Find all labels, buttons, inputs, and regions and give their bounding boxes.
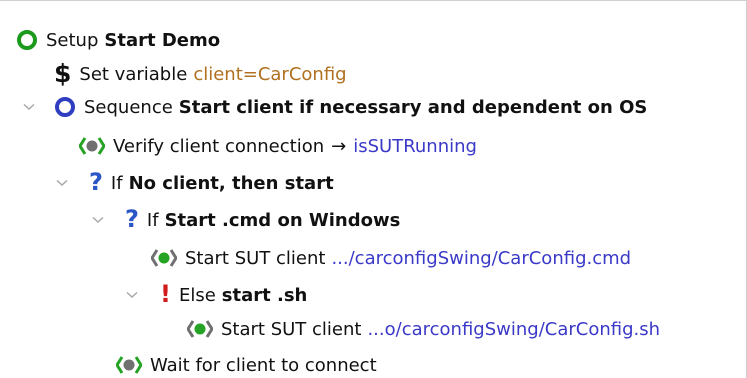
node-type-label: Wait for client to connect [150, 354, 377, 376]
client-path: ...o/carconfigSwing/CarConfig.sh [367, 318, 661, 340]
expand-toggle-chevron-down-icon[interactable] [22, 100, 36, 114]
start-client-icon [151, 248, 177, 268]
node-type-label: If [110, 172, 123, 194]
blue-ring-icon [54, 96, 76, 118]
variable-assignment: client=CarConfig [193, 63, 347, 85]
tree-node-if-no-client[interactable]: ? If No client, then start [89, 166, 334, 200]
node-type-label: Verify client connection [113, 135, 325, 157]
question-icon: ? [89, 168, 103, 196]
client-path: .../carconfigSwing/CarConfig.cmd [331, 247, 632, 269]
tree-node-start-sut-client-sh[interactable]: Start SUT client ...o/carconfigSwing/Car… [187, 312, 660, 346]
node-name: Start .cmd on Windows [164, 209, 401, 231]
wait-client-icon [116, 355, 142, 375]
node-type-label: Start SUT client [185, 247, 326, 269]
node-name: Start client if necessary and dependent … [178, 96, 648, 118]
expand-toggle-chevron-down-icon[interactable] [125, 288, 139, 302]
node-type-label: If [146, 209, 159, 231]
tree-node-start-sut-client-cmd[interactable]: Start SUT client .../carconfigSwing/CarC… [151, 241, 631, 275]
procedure-target: isSUTRunning [353, 135, 477, 157]
node-type-label: Set variable [79, 63, 188, 85]
node-type-label: Setup [46, 29, 99, 51]
test-suite-tree[interactable]: Setup Start Demo $ Set variable client=C… [0, 0, 747, 378]
node-name: No client, then start [128, 172, 334, 194]
node-type-label: Sequence [84, 96, 173, 118]
tree-node-procedure-call[interactable]: Verify client connection → isSUTRunning [79, 129, 477, 163]
node-name: start .sh [221, 284, 308, 306]
start-client-icon [187, 319, 213, 339]
arrow-right-icon: → [331, 135, 347, 157]
tree-node-setup-start-demo[interactable]: Setup Start Demo [16, 23, 220, 57]
expand-toggle-chevron-down-icon[interactable] [55, 176, 69, 190]
green-ring-icon [16, 29, 38, 51]
tree-node-set-variable[interactable]: $ Set variable client=CarConfig [54, 57, 347, 91]
dollar-icon: $ [54, 58, 72, 88]
question-icon: ? [125, 205, 139, 233]
exclamation-icon: ! [160, 280, 171, 308]
node-name: Start Demo [104, 29, 221, 51]
tree-node-else-start-sh[interactable]: ! Else start .sh [160, 278, 307, 312]
tree-node-if-start-cmd[interactable]: ? If Start .cmd on Windows [125, 203, 400, 237]
tree-node-wait-for-client[interactable]: Wait for client to connect [116, 348, 377, 378]
tree-node-sequence[interactable]: Sequence Start client if necessary and d… [54, 90, 647, 124]
node-type-label: Else [178, 284, 216, 306]
node-type-label: Start SUT client [221, 318, 362, 340]
expand-toggle-chevron-down-icon[interactable] [91, 213, 105, 227]
procedure-call-icon [79, 136, 105, 156]
